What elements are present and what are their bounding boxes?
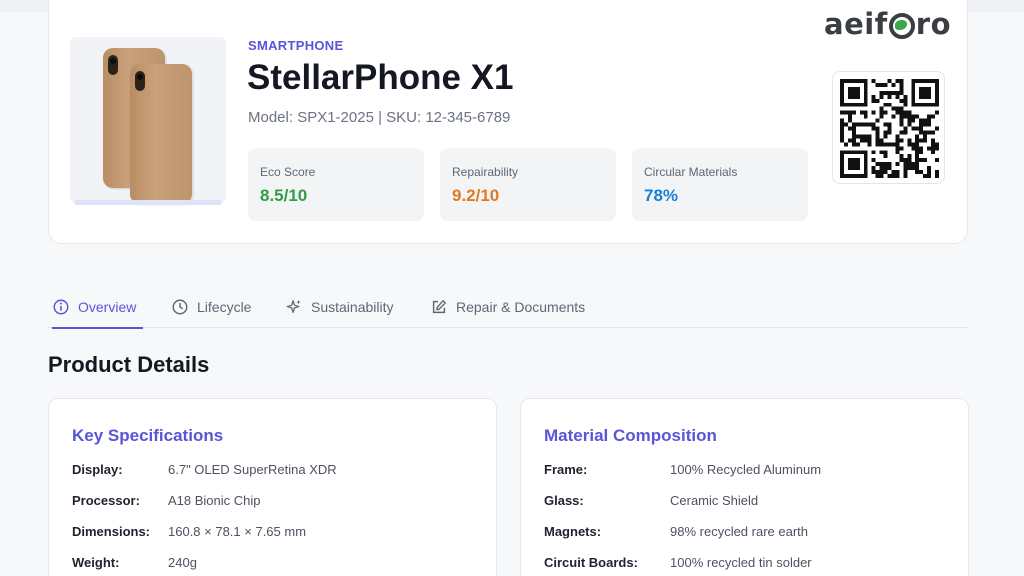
edit-document-icon — [432, 300, 446, 314]
metric-eco-score: Eco Score 8.5/10 — [248, 148, 424, 221]
metric-value: 9.2/10 — [452, 186, 500, 205]
logo-text-left: aeif — [824, 7, 888, 41]
sparkles-icon — [286, 299, 301, 314]
metric-label: Circular Materials — [644, 165, 738, 179]
tab-label: Sustainability — [311, 299, 394, 315]
tab-label: Lifecycle — [197, 299, 252, 315]
product-image — [70, 37, 226, 205]
tab-label: Overview — [78, 299, 137, 315]
material-label: Circuit Boards: — [544, 555, 638, 570]
material-value: 100% Recycled Aluminum — [670, 462, 822, 477]
product-model-sku: Model: SPX1-2025 | SKU: 12-345-6789 — [248, 109, 511, 126]
spec-label: Dimensions: — [72, 524, 151, 539]
qr-code-icon — [840, 79, 939, 178]
qr-code[interactable] — [832, 71, 945, 184]
key-specifications-card: Key Specifications Display: 6.7" OLED Su… — [48, 398, 497, 576]
tab-label: Repair & Documents — [456, 299, 586, 315]
product-name: StellarPhone X1 — [247, 58, 514, 97]
material-label: Glass: — [544, 493, 584, 508]
metric-repairability: Repairability 9.2/10 — [440, 148, 616, 221]
material-composition-card: Material Composition Frame: 100% Recycle… — [520, 398, 969, 576]
material-value: 98% recycled rare earth — [670, 524, 809, 539]
spec-label: Display: — [72, 462, 123, 477]
metric-label: Eco Score — [260, 165, 316, 179]
aeiforo-logo[interactable]: aeif ro — [824, 6, 951, 42]
spec-value: 160.8 × 78.1 × 7.65 mm — [168, 524, 307, 539]
metric-value: 78% — [644, 186, 679, 205]
spec-label: Processor: — [72, 493, 140, 508]
spec-label: Weight: — [72, 555, 120, 570]
spec-value: 6.7" OLED SuperRetina XDR — [168, 462, 337, 477]
material-label: Magnets: — [544, 524, 602, 539]
product-category: SMARTPHONE — [248, 38, 344, 53]
info-circle-icon — [53, 299, 69, 315]
material-value: Ceramic Shield — [670, 493, 759, 508]
material-label: Frame: — [544, 462, 588, 477]
phone-front-image — [130, 64, 192, 204]
tab-bar: Overview Lifecycle Sustainability Repair… — [48, 286, 968, 329]
spec-value: 240g — [168, 555, 197, 570]
spec-value: A18 Bionic Chip — [168, 493, 261, 508]
metric-value: 8.5/10 — [260, 186, 308, 205]
card-title: Key Specifications — [72, 426, 224, 445]
tab-sustainability[interactable]: Sustainability — [285, 286, 394, 328]
logo-text-right: ro — [915, 7, 952, 41]
metric-circular-materials: Circular Materials 78% — [632, 148, 808, 221]
tab-repair-documents[interactable]: Repair & Documents — [430, 286, 585, 328]
section-title: Product Details — [48, 352, 210, 377]
card-title: Material Composition — [544, 426, 717, 445]
globe-icon — [888, 13, 915, 39]
tab-overview[interactable]: Overview — [52, 286, 143, 329]
tab-lifecycle[interactable]: Lifecycle — [171, 286, 251, 328]
metric-label: Repairability — [452, 165, 519, 179]
material-value: 100% recycled tin solder — [670, 555, 812, 570]
clock-icon — [172, 299, 188, 315]
